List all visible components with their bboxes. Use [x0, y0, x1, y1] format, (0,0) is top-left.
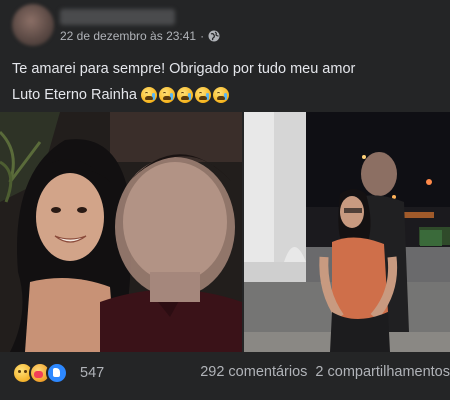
- caption-line-2: Luto Eterno Rainha: [12, 82, 442, 108]
- reactions-summary[interactable]: 547: [12, 362, 104, 384]
- author-avatar[interactable]: [12, 4, 54, 46]
- shares-count[interactable]: 2 compartilhamentos: [315, 364, 450, 380]
- author-name-redacted[interactable]: [60, 9, 175, 25]
- like-reaction-icon: [46, 362, 68, 384]
- crying-face-icon: [194, 87, 211, 104]
- globe-icon[interactable]: [208, 30, 220, 42]
- comments-count[interactable]: 292 comentários: [200, 364, 307, 380]
- caption-line-2-text: Luto Eterno Rainha: [12, 87, 137, 103]
- post-meta: 22 de dezembro às 23:41 ·: [60, 29, 220, 43]
- post-timestamp[interactable]: 22 de dezembro às 23:41: [60, 29, 196, 43]
- post-caption: Te amarei para sempre! Obrigado por tudo…: [12, 56, 442, 108]
- crying-face-icon: [158, 87, 175, 104]
- meta-separator: ·: [200, 29, 205, 43]
- crying-face-icon: [176, 87, 193, 104]
- crying-emoji-row: [140, 87, 229, 104]
- crying-face-icon: [212, 87, 229, 104]
- post-stats: 292 comentários 2 compartilhamentos: [200, 364, 450, 380]
- couple-photo-right[interactable]: [244, 112, 450, 352]
- facebook-post: 22 de dezembro às 23:41 · Te amarei para…: [0, 0, 450, 400]
- reaction-count[interactable]: 547: [80, 365, 104, 381]
- caption-line-1: Te amarei para sempre! Obrigado por tudo…: [12, 61, 356, 77]
- crying-face-icon: [140, 87, 157, 104]
- couple-photo-left[interactable]: [0, 112, 242, 352]
